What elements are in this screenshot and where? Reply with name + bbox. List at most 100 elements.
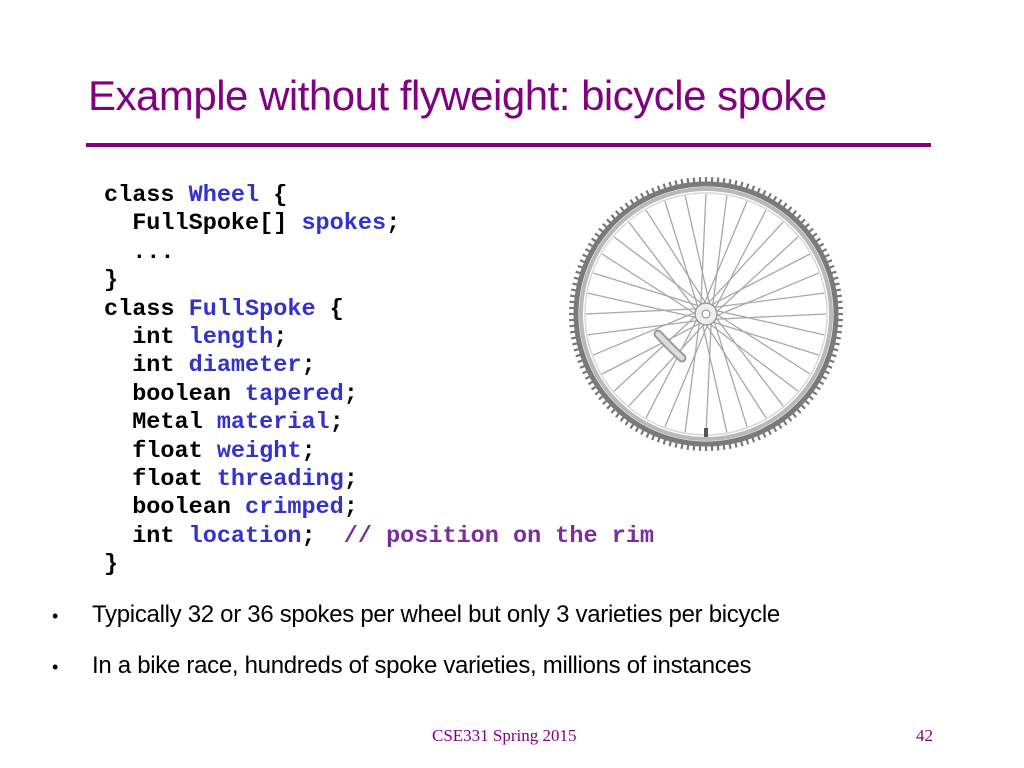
tire-tread xyxy=(615,412,620,418)
bullet-list: • Typically 32 or 36 spokes per wheel bu… xyxy=(52,601,780,703)
code-identifier: FullSpoke xyxy=(188,295,316,323)
bullet-item: • In a bike race, hundreds of spoke vari… xyxy=(52,652,780,703)
tire-tread xyxy=(610,214,616,220)
code-identifier: threading xyxy=(216,465,344,493)
tire-tread xyxy=(787,416,793,422)
tire-tread xyxy=(821,375,828,380)
code-keyword: ; xyxy=(301,352,316,380)
tire-tread xyxy=(584,248,591,253)
tire-tread xyxy=(573,348,580,352)
tire-tread xyxy=(728,443,732,449)
code-identifier: Wheel xyxy=(188,182,260,209)
tire-tread xyxy=(610,408,616,414)
tire-tread xyxy=(728,179,732,185)
tire-tread xyxy=(751,437,756,443)
tire-tread xyxy=(674,180,678,186)
code-keyword: Metal xyxy=(104,409,217,437)
code-keyword: ... xyxy=(104,238,175,266)
tire-tread xyxy=(796,408,802,414)
tire-tread xyxy=(674,442,678,448)
code-identifier: spokes xyxy=(301,210,387,238)
tire-tread xyxy=(570,330,576,334)
tire-tread xyxy=(836,294,842,298)
tire-tread xyxy=(606,404,612,410)
tire-tread xyxy=(777,423,783,429)
reflector-inner xyxy=(655,331,685,361)
tire-tread xyxy=(796,214,802,220)
tire-tread xyxy=(829,264,835,269)
tire-tread xyxy=(826,259,833,264)
code-keyword: int xyxy=(104,352,189,380)
tire-tread xyxy=(834,342,840,346)
footer-course: CSE331 Spring 2015 xyxy=(432,726,577,745)
tire-tread xyxy=(645,190,650,196)
slide-title: Example without flyweight: bicycle spoke xyxy=(88,72,827,119)
tire-tread xyxy=(619,416,625,422)
tire-tread xyxy=(598,395,604,401)
tire-tread xyxy=(619,206,625,212)
tire-tread xyxy=(832,348,839,352)
tire-tread xyxy=(634,195,640,202)
tire-tread xyxy=(662,439,667,445)
spoke xyxy=(700,193,707,306)
code-keyword: } xyxy=(104,267,119,295)
tire-tread xyxy=(792,412,797,418)
tire-tread xyxy=(591,237,597,243)
tire-tread xyxy=(831,270,837,275)
bullet-dot: • xyxy=(52,657,59,677)
tire-tread xyxy=(575,353,581,358)
code-keyword: { xyxy=(315,295,344,323)
tire-tread xyxy=(651,434,656,441)
spoke xyxy=(701,323,728,433)
tire-tread xyxy=(594,232,600,238)
tire-tread xyxy=(598,227,604,233)
tire-tread xyxy=(756,187,761,194)
tire-tread xyxy=(594,390,600,396)
code-comment: // position on the rim xyxy=(343,522,655,550)
tire-tread xyxy=(571,336,577,340)
tire-tread xyxy=(570,294,576,298)
code-keyword: class xyxy=(104,295,189,323)
tire-tread xyxy=(745,439,750,445)
spoke xyxy=(705,322,712,435)
tire-tread xyxy=(767,192,772,199)
tire-tread xyxy=(792,210,797,216)
code-identifier: length xyxy=(188,323,274,351)
code-line: boolean crimped; xyxy=(104,494,654,522)
tire-tread xyxy=(782,202,788,208)
tire-tread xyxy=(662,183,667,189)
title-divider xyxy=(86,143,931,147)
code-keyword: boolean xyxy=(104,494,246,522)
tire-tread xyxy=(606,218,612,224)
tire-tread xyxy=(815,385,821,391)
code-keyword: ; xyxy=(386,210,401,238)
tire-tread xyxy=(815,237,821,243)
tire-tread xyxy=(602,400,608,405)
code-keyword: float xyxy=(104,465,217,493)
code-identifier: diameter xyxy=(188,352,302,380)
tire-tread xyxy=(762,432,767,438)
tire-tread xyxy=(577,264,583,269)
code-keyword: ; xyxy=(273,323,288,351)
tire-tread xyxy=(624,202,630,208)
bullet-item: • Typically 32 or 36 spokes per wheel bu… xyxy=(52,601,780,652)
tire-tread xyxy=(756,434,761,441)
tire-tread xyxy=(582,253,588,258)
code-line: float threading; xyxy=(104,466,654,494)
tire-tread xyxy=(573,276,580,280)
tire-tread xyxy=(812,232,818,238)
tire-tread xyxy=(656,437,661,443)
code-identifier: weight xyxy=(216,437,302,465)
tire-tread xyxy=(808,395,814,401)
code-keyword: } xyxy=(104,551,119,579)
tire-tread xyxy=(645,432,650,438)
tire-tread xyxy=(629,199,635,205)
tire-tread xyxy=(656,185,661,191)
tire-tread xyxy=(824,253,830,258)
valve xyxy=(704,428,708,437)
tire-tread xyxy=(575,270,581,275)
code-identifier: location xyxy=(188,522,302,550)
tire-tread xyxy=(582,370,588,375)
tire-tread xyxy=(579,364,586,369)
bullet-dot: • xyxy=(52,606,59,626)
